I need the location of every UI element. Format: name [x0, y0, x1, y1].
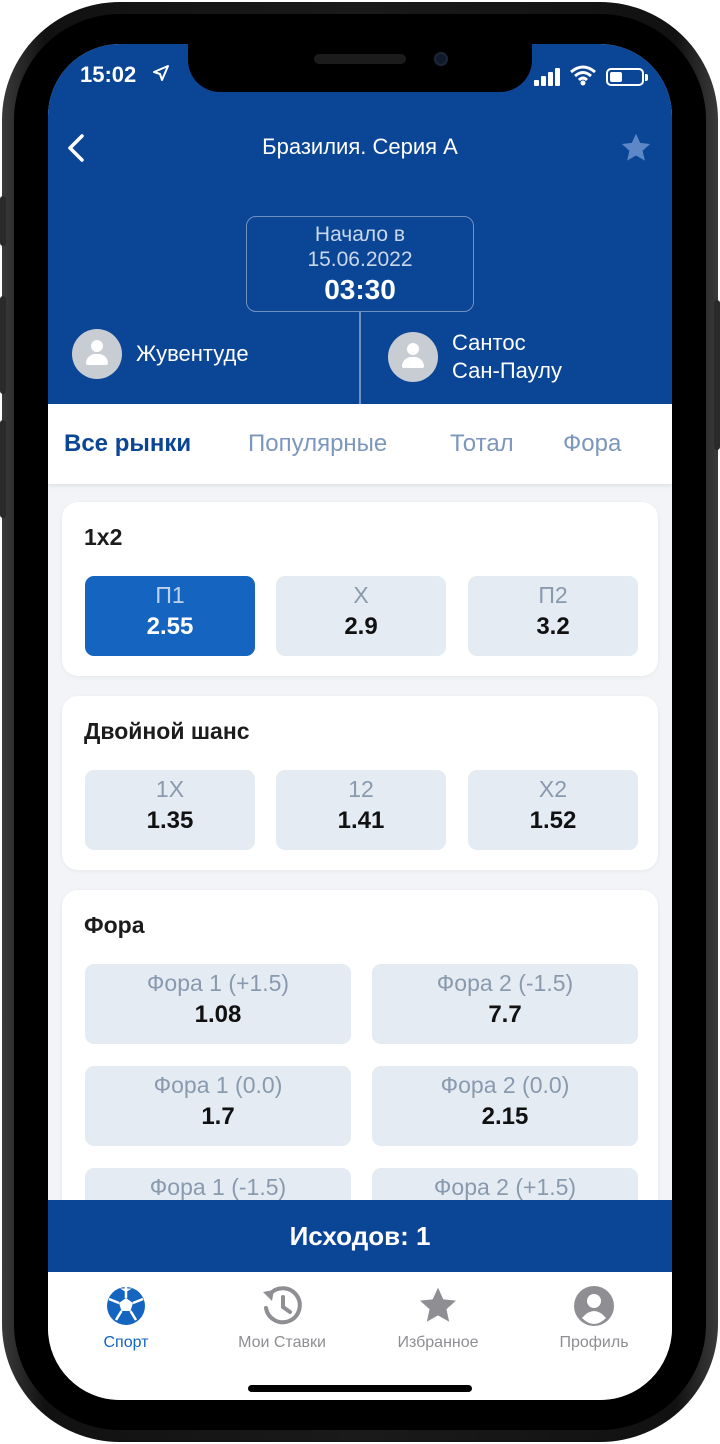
odd-button-x2[interactable]: X2 1.52 — [468, 770, 638, 850]
odd-value: 1.08 — [194, 1001, 242, 1028]
market-card-handicap: Фора Фора 1 (+1.5) 1.08 Фора 2 (-1.5) 7.… — [62, 890, 658, 1200]
market-title: 1x2 — [84, 524, 123, 550]
odd-label: Фора 2 (-1.5) — [436, 970, 574, 996]
tab-popular[interactable]: Популярные — [248, 430, 387, 458]
wifi-icon — [570, 64, 596, 91]
team-away: Сантос Сан-Паулу — [388, 329, 562, 385]
tabbar-item-sport[interactable]: Спорт — [48, 1284, 204, 1352]
speaker — [314, 54, 406, 64]
tabbar-label: Спорт — [103, 1334, 149, 1351]
teams-divider — [359, 312, 361, 404]
odd-label: X2 — [538, 776, 568, 802]
chevron-left-icon — [68, 134, 84, 162]
betslip-bar[interactable]: Исходов: 1 — [48, 1200, 672, 1272]
odd-label: Фора 2 (0.0) — [440, 1072, 570, 1098]
odd-button-x[interactable]: X 2.9 — [276, 576, 446, 656]
odd-button-handicap1-zero[interactable]: Фора 1 (0.0) 1.7 — [85, 1066, 351, 1146]
match-start-box: Начало в 15.06.2022 03:30 — [246, 216, 474, 312]
market-title: Двойной шанс — [84, 718, 250, 744]
cellular-signal-icon — [534, 68, 562, 91]
markets-list: 1x2 П1 2.55 X 2.9 П2 3.2 Двойной шанс 1X… — [48, 484, 672, 1200]
home-indicator[interactable] — [248, 1385, 472, 1392]
app-screen: 15:02 Бразилия. Серия А Начало в 15.06.2… — [48, 44, 672, 1400]
tabbar-item-my-bets[interactable]: Мои Ставки — [204, 1284, 360, 1352]
team-home: Жувентуде — [72, 329, 249, 379]
tabbar-label: Мои Ставки — [238, 1334, 326, 1351]
side-button — [0, 196, 6, 246]
team-home-name: Жувентуде — [136, 341, 249, 366]
location-arrow-icon — [152, 64, 170, 87]
odd-button-p2[interactable]: П2 3.2 — [468, 576, 638, 656]
odd-value: 3.2 — [536, 613, 570, 640]
favorite-button[interactable] — [618, 130, 654, 166]
star-icon — [621, 133, 651, 161]
soccer-ball-icon — [104, 1284, 148, 1328]
odd-label: Фора 2 (+1.5) — [433, 1174, 577, 1200]
back-button[interactable] — [58, 128, 98, 168]
volume-up-button — [0, 296, 6, 394]
market-card-double-chance: Двойной шанс 1X 1.35 12 1.41 X2 1.52 — [62, 696, 658, 870]
odd-button-12[interactable]: 12 1.41 — [276, 770, 446, 850]
tabbar-item-profile[interactable]: Профиль — [516, 1284, 672, 1352]
odd-value: 1.52 — [529, 807, 577, 834]
tab-total[interactable]: Тотал — [450, 430, 514, 458]
front-camera — [434, 52, 448, 66]
history-icon — [260, 1284, 304, 1328]
start-time: 03:30 — [324, 274, 396, 305]
match-header: 15:02 Бразилия. Серия А Начало в 15.06.2… — [48, 44, 672, 404]
team-away-name-line2: Сан-Паулу — [452, 358, 562, 383]
odd-button-p1[interactable]: П1 2.55 — [85, 576, 255, 656]
odd-label: X — [353, 582, 369, 608]
tabbar-label: Профиль — [559, 1334, 629, 1351]
odd-value: 2.9 — [344, 613, 378, 640]
odd-value: 7.7 — [488, 1001, 522, 1028]
team-away-avatar — [388, 332, 438, 382]
odd-label: Фора 1 (-1.5) — [149, 1174, 287, 1200]
start-date: 15.06.2022 — [307, 248, 413, 271]
battery-icon — [606, 68, 648, 86]
star-icon — [416, 1284, 460, 1328]
start-label: Начало в — [314, 223, 406, 246]
odd-button-handicap2-plus15[interactable]: Фора 2 (+1.5) — [372, 1168, 638, 1200]
tab-handicap[interactable]: Фора — [563, 430, 621, 458]
odd-label: П1 — [155, 582, 185, 608]
market-title: Фора — [84, 912, 145, 938]
status-time: 15:02 — [80, 62, 137, 87]
odd-button-handicap1-minus15[interactable]: Фора 1 (-1.5) — [85, 1168, 351, 1200]
odd-value: 1.35 — [146, 807, 194, 834]
odd-label: Фора 1 (0.0) — [153, 1072, 283, 1098]
team-away-name: Сантос Сан-Паулу — [452, 329, 562, 385]
odd-label: 1X — [155, 776, 185, 802]
odd-value: 2.55 — [146, 613, 194, 640]
odd-button-handicap1-plus15[interactable]: Фора 1 (+1.5) 1.08 — [85, 964, 351, 1044]
page-title: Бразилия. Серия А — [262, 134, 458, 159]
team-home-avatar — [72, 329, 122, 379]
power-button — [714, 300, 720, 450]
odd-value: 1.41 — [337, 807, 385, 834]
volume-down-button — [0, 420, 6, 518]
odd-label: 12 — [348, 776, 374, 802]
odd-button-1x[interactable]: 1X 1.35 — [85, 770, 255, 850]
odd-value: 1.7 — [201, 1103, 235, 1130]
bottom-tab-bar: Спорт Мои Ставки Избранное Профиль — [48, 1272, 672, 1400]
odd-label: П2 — [538, 582, 568, 608]
market-card-1x2: 1x2 П1 2.55 X 2.9 П2 3.2 — [62, 502, 658, 676]
odd-value: 2.15 — [481, 1103, 529, 1130]
odd-button-handicap2-minus15[interactable]: Фора 2 (-1.5) 7.7 — [372, 964, 638, 1044]
tabbar-label: Избранное — [397, 1334, 479, 1351]
odd-button-handicap2-zero[interactable]: Фора 2 (0.0) 2.15 — [372, 1066, 638, 1146]
market-tabs: Все рынки Популярные Тотал Фора — [48, 404, 672, 484]
tab-all-markets[interactable]: Все рынки — [64, 430, 191, 458]
device-notch — [188, 44, 532, 92]
team-away-name-line1: Сантос — [452, 330, 526, 355]
odd-label: Фора 1 (+1.5) — [146, 970, 290, 996]
tabbar-item-favorites[interactable]: Избранное — [360, 1284, 516, 1352]
user-icon — [572, 1284, 616, 1328]
